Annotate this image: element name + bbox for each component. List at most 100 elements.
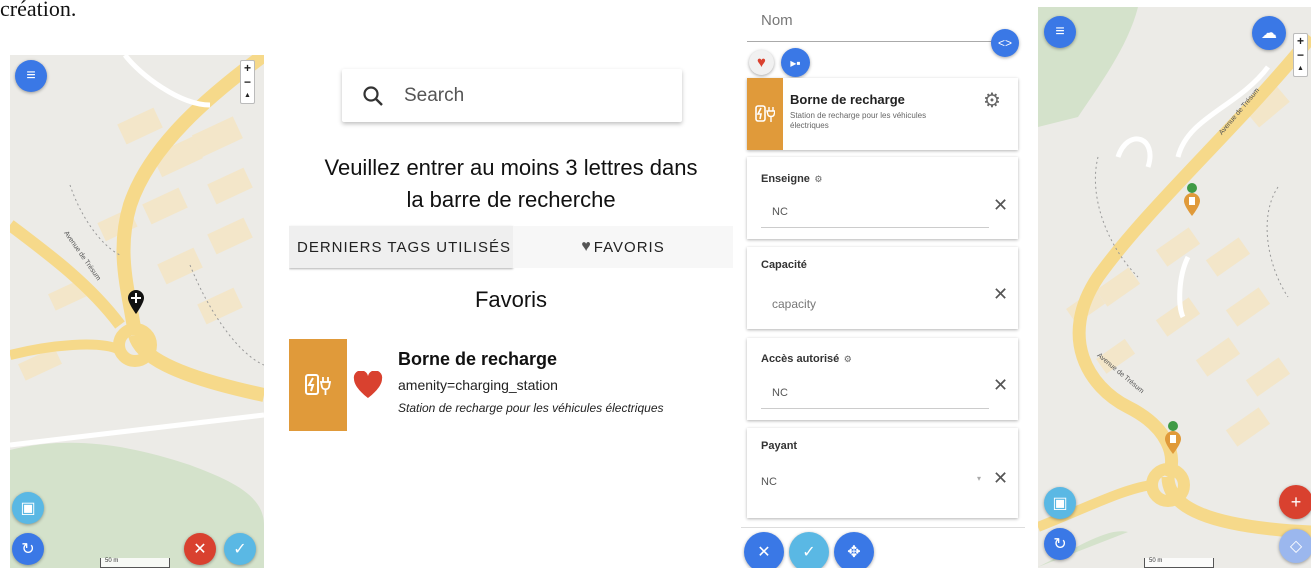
field-card-acces: Accès autorisé ⚙ NC ✕ — [747, 338, 1018, 420]
zoom-out-button[interactable]: − — [244, 75, 251, 89]
map-screen-marker: Avenue de Trésum ≡ + − ▲ ▣ ↻ ✕ ✓ 50 m — [10, 55, 264, 568]
image-icon: ▣ — [1052, 495, 1068, 512]
gear-icon: ⚙ — [814, 174, 823, 184]
check-icon: ✓ — [233, 541, 247, 558]
favorite-description: Station de recharge pour les véhicules é… — [398, 401, 664, 415]
compass-button[interactable]: ▲ — [1297, 62, 1304, 76]
locate-button[interactable]: ◇ — [1279, 529, 1311, 563]
confirm-edit-button[interactable]: ✓ — [789, 532, 829, 568]
heart-icon: ♥ — [581, 238, 592, 255]
field-underline — [761, 408, 989, 409]
menu-icon: ≡ — [1055, 23, 1065, 40]
gallery-button[interactable]: ▣ — [1044, 487, 1076, 519]
refresh-icon: ↻ — [21, 541, 35, 558]
chevron-down-icon[interactable]: ▾ — [977, 474, 981, 483]
search-bar[interactable]: Search — [342, 69, 682, 122]
action-bar-divider — [741, 527, 1025, 528]
scale-bar: 50 m — [100, 558, 170, 568]
charging-station-preset-icon — [747, 78, 783, 150]
field-input-enseigne[interactable]: NC — [772, 206, 788, 218]
favorite-heart-icon[interactable] — [353, 371, 383, 399]
zoom-in-button[interactable]: + — [1297, 34, 1304, 48]
save-preset-button[interactable]: ▸▪ — [781, 48, 810, 77]
compass-button[interactable]: ▲ — [244, 89, 251, 103]
tab-bar: DERNIERS TAGS UTILISÉS ♥ FAVORIS — [289, 226, 733, 268]
field-label-payant: Payant — [761, 440, 798, 452]
field-label-acces: Accès autorisé ⚙ — [761, 353, 852, 365]
charging-station-poi-icon[interactable] — [1182, 182, 1202, 218]
search-hint-line2: la barre de recherche — [406, 187, 616, 212]
field-underline — [761, 227, 989, 228]
move-button[interactable]: ✥ — [834, 532, 874, 568]
gear-icon[interactable]: ⚙ — [983, 88, 1001, 113]
close-icon: ✕ — [757, 544, 771, 561]
caption-fragment: création. — [0, 0, 77, 21]
heart-icon: ♥ — [757, 54, 766, 71]
tab-favorites[interactable]: ♥ FAVORIS — [513, 226, 733, 268]
clear-acces-button[interactable]: ✕ — [993, 375, 1008, 396]
refresh-button[interactable]: ↻ — [12, 533, 44, 565]
clear-capacite-button[interactable]: ✕ — [993, 284, 1008, 305]
favorites-heading: Favoris — [474, 287, 548, 312]
locate-icon: ◇ — [1289, 538, 1303, 555]
gear-icon: ⚙ — [843, 354, 852, 364]
field-input-capacite[interactable]: capacity — [772, 297, 816, 311]
plus-icon: + — [1290, 491, 1302, 512]
preset-search-screen: Search Veuillez entrer au moins 3 lettre… — [289, 55, 733, 568]
cancel-edit-button[interactable]: ✕ — [744, 532, 784, 568]
check-icon: ✓ — [802, 544, 816, 561]
preset-description-line1: Station de recharge pour les véhicules — [790, 111, 927, 120]
zoom-out-button[interactable]: − — [1297, 48, 1304, 62]
refresh-button[interactable]: ↻ — [1044, 528, 1076, 560]
field-label-capacite: Capacité — [761, 259, 807, 271]
field-card-enseigne: Enseigne ⚙ NC ✕ — [747, 157, 1018, 239]
field-select-payant[interactable]: NC — [761, 476, 777, 488]
tag-editor-screen: Nom <> ♥ ▸▪ Borne de recharge Station de… — [741, 0, 1025, 568]
charging-station-preset-icon — [289, 339, 347, 431]
add-poi-button[interactable]: + — [1279, 485, 1311, 519]
favorite-toggle[interactable]: ♥ — [749, 50, 774, 75]
name-underline — [747, 41, 1017, 42]
field-card-payant: Payant NC ▾ ✕ — [747, 428, 1018, 518]
map-screen-pois: Avenue de Trésum Avenue de Trésum ≡ ☁ + … — [1038, 7, 1311, 568]
favorite-name: Borne de recharge — [398, 349, 558, 369]
field-input-acces[interactable]: NC — [772, 387, 788, 399]
field-label-enseigne: Enseigne ⚙ — [761, 173, 823, 185]
name-field[interactable]: Nom — [761, 12, 793, 29]
move-marker-icon[interactable] — [127, 289, 145, 315]
charging-station-poi-icon[interactable] — [1163, 420, 1183, 456]
preset-card[interactable]: Borne de recharge Station de recharge po… — [747, 78, 1018, 150]
scale-bar: 50 m — [1144, 558, 1214, 568]
cancel-button[interactable]: ✕ — [184, 533, 216, 565]
clear-enseigne-button[interactable]: ✕ — [993, 195, 1008, 216]
upload-button[interactable]: ☁ — [1252, 16, 1286, 50]
zoom-control: + − ▲ — [240, 60, 255, 104]
zoom-control: + − ▲ — [1293, 33, 1308, 77]
favorite-tag: amenity=charging_station — [398, 377, 558, 393]
move-arrows-icon: ✥ — [847, 544, 861, 561]
gallery-button[interactable]: ▣ — [12, 492, 44, 524]
clear-payant-button[interactable]: ✕ — [993, 468, 1008, 489]
field-card-capacite: Capacité capacity ✕ — [747, 247, 1018, 329]
search-hint-line1: Veuillez entrer au moins 3 lettres dans — [324, 155, 698, 180]
preset-name: Borne de recharge — [790, 92, 905, 107]
search-input[interactable]: Search — [404, 85, 464, 107]
image-icon: ▣ — [20, 500, 36, 517]
cloud-upload-icon: ☁ — [1261, 25, 1277, 42]
tab-recent-tags[interactable]: DERNIERS TAGS UTILISÉS — [289, 226, 513, 268]
menu-button[interactable]: ≡ — [15, 60, 47, 92]
preset-description-line2: électriques — [790, 121, 829, 130]
map-background — [1038, 7, 1311, 568]
tab-favorites-label: FAVORIS — [593, 238, 665, 256]
refresh-icon: ↻ — [1053, 536, 1067, 553]
menu-icon: ≡ — [26, 67, 36, 84]
favorite-item[interactable]: Borne de recharge amenity=charging_stati… — [289, 339, 733, 431]
menu-button[interactable]: ≡ — [1044, 16, 1076, 48]
expand-button[interactable]: <> — [991, 29, 1019, 57]
confirm-button[interactable]: ✓ — [224, 533, 256, 565]
code-brackets-icon: <> — [997, 36, 1012, 50]
search-icon — [363, 85, 383, 106]
tab-recent-label: DERNIERS TAGS UTILISÉS — [297, 238, 511, 256]
close-icon: ✕ — [193, 541, 207, 558]
zoom-in-button[interactable]: + — [244, 61, 251, 75]
